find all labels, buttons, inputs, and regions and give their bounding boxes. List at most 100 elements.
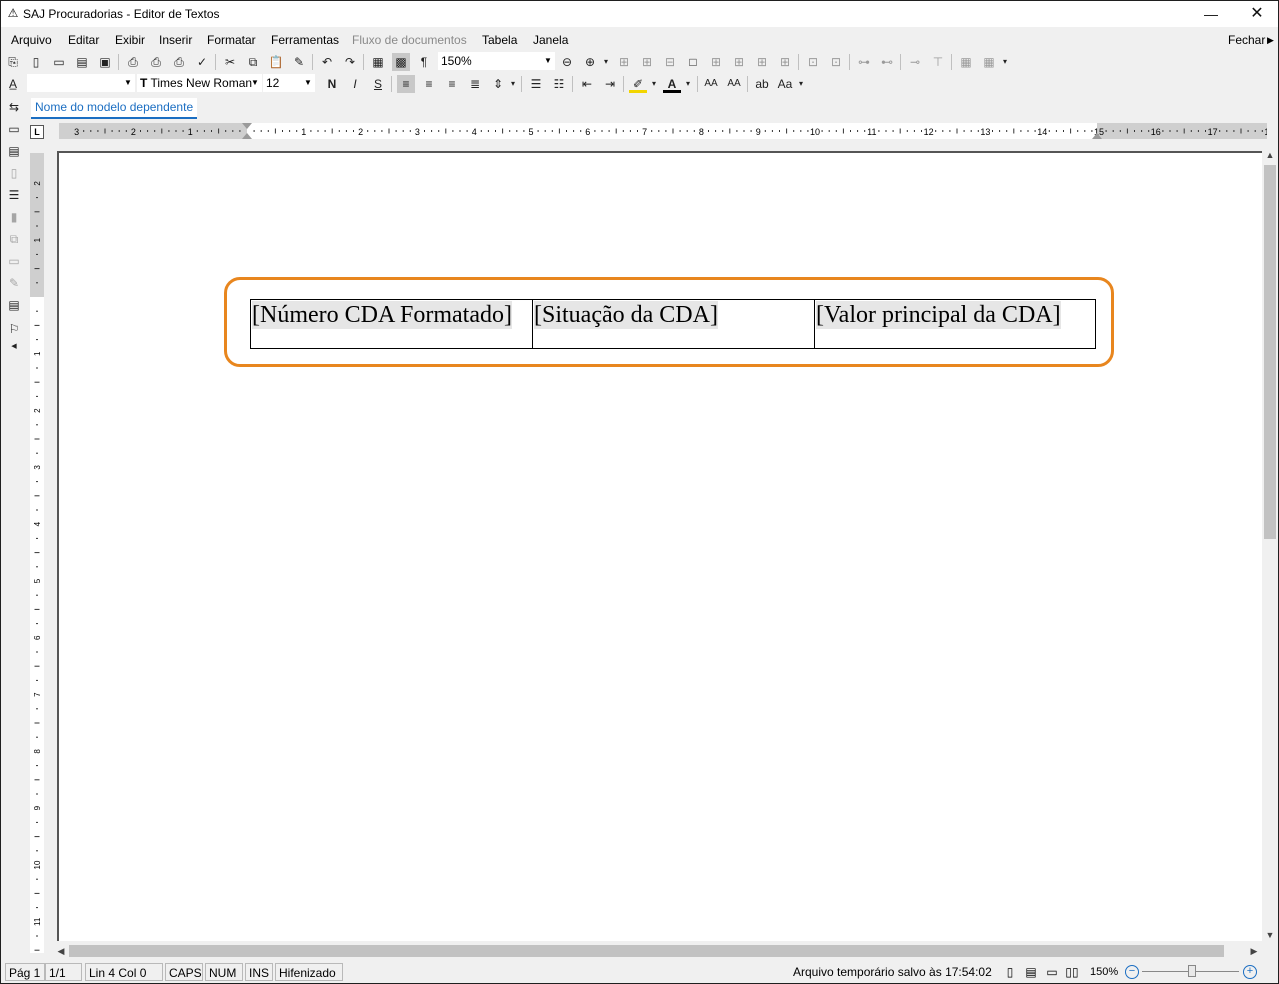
menu-inserir[interactable]: Inserir	[159, 33, 192, 47]
decrease-indent-icon[interactable]: ⇤	[578, 75, 596, 93]
copy-icon[interactable]: ⧉	[244, 53, 262, 71]
document-list-icon[interactable]: ▤	[5, 142, 23, 160]
page-icon[interactable]: ▮	[5, 208, 23, 226]
zoom-slider-thumb[interactable]	[1188, 965, 1196, 977]
bullet-list-icon[interactable]: ☰	[527, 75, 545, 93]
edit-icon[interactable]: ✎	[5, 274, 23, 292]
style-icon[interactable]: A̲	[4, 75, 22, 93]
menu-janela[interactable]: Janela	[533, 33, 568, 47]
vertical-scrollbar[interactable]: ▲ ▼	[1262, 147, 1278, 943]
vertical-scroll-thumb[interactable]	[1264, 165, 1276, 539]
horizontal-scroll-thumb[interactable]	[69, 945, 1224, 957]
insert-column-icon[interactable]: ⊷	[878, 53, 896, 71]
document-page[interactable]: [Número CDA Formatado] [Situação da CDA]…	[57, 151, 1262, 941]
bold-icon[interactable]: N	[323, 75, 341, 93]
align-center-icon[interactable]: ≡	[420, 75, 438, 93]
table-outer-border-icon[interactable]: □	[684, 53, 702, 71]
increase-indent-icon[interactable]: ⇥	[601, 75, 619, 93]
tab-stop-type-icon[interactable]: L	[30, 125, 44, 139]
zoom-combo[interactable]: 150% ▼	[438, 52, 555, 70]
underline-icon[interactable]: S	[369, 75, 387, 93]
zoom-out-icon[interactable]: ⊖	[558, 53, 576, 71]
zoom-in-icon[interactable]: ⊕	[581, 53, 599, 71]
zoom-out-button[interactable]: −	[1125, 965, 1139, 979]
style-combo[interactable]: ▼	[27, 74, 135, 92]
table-cell[interactable]: [Situação da CDA]	[532, 299, 815, 349]
show-marks-icon[interactable]: ¶	[415, 53, 433, 71]
align-left-icon[interactable]: ≡	[397, 75, 415, 93]
normal-view-icon[interactable]: ▤	[1023, 964, 1039, 980]
comment-icon[interactable]: ▭	[5, 252, 23, 270]
print-setup-icon[interactable]: ⎙	[170, 53, 188, 71]
menu-tabela[interactable]: Tabela	[482, 33, 517, 47]
menu-arquivo[interactable]: Arquivo	[11, 33, 52, 47]
menu-formatar[interactable]: Formatar	[207, 33, 256, 47]
template-icon[interactable]: ▤	[5, 296, 23, 314]
page-view-icon[interactable]: ▯	[1002, 964, 1018, 980]
open-folder-icon[interactable]: ▭	[50, 53, 68, 71]
table-top-border-icon[interactable]: ⊞	[753, 53, 771, 71]
insert-row-icon[interactable]: ⊶	[855, 53, 873, 71]
highlight-dropdown-icon[interactable]: ▾	[649, 75, 659, 93]
menu-ferramentas[interactable]: Ferramentas	[271, 33, 339, 47]
scroll-up-icon[interactable]: ▲	[1262, 147, 1278, 163]
print-icon[interactable]: ⎙	[124, 53, 142, 71]
table-autoformat-icon[interactable]: ▦	[980, 53, 998, 71]
close-window-button[interactable]: ✕	[1234, 1, 1278, 27]
paste-icon[interactable]: 📋	[267, 53, 285, 71]
table-inner-borders-icon[interactable]: ⊞	[638, 53, 656, 71]
scroll-right-icon[interactable]: ▶	[1246, 943, 1262, 959]
zoom-in-button[interactable]: +	[1243, 965, 1257, 979]
toolbar-overflow-icon[interactable]: ▾	[796, 75, 806, 93]
field-numero-cda[interactable]: [Número CDA Formatado]	[252, 301, 512, 329]
web-view-icon[interactable]: ▭	[1044, 964, 1060, 980]
stack-icon[interactable]: ⧉	[5, 230, 23, 248]
redo-icon[interactable]: ↷	[341, 53, 359, 71]
tab-nome-do-modelo[interactable]: Nome do modelo dependente	[31, 98, 198, 119]
table-row[interactable]: [Número CDA Formatado] [Situação da CDA]…	[250, 299, 1096, 349]
justify-icon[interactable]: ≣	[466, 75, 484, 93]
font-color-icon[interactable]: A	[663, 75, 681, 93]
delete-column-icon[interactable]: ⊤	[929, 53, 947, 71]
chevron-down-icon[interactable]: ▼	[543, 53, 553, 69]
field-valor-principal[interactable]: [Valor principal da CDA]	[816, 301, 1061, 329]
scroll-down-icon[interactable]: ▼	[1262, 927, 1278, 943]
chevron-down-icon[interactable]: ▼	[123, 75, 133, 91]
field-insert-icon[interactable]: ⇆	[5, 98, 23, 116]
table-left-border-icon[interactable]: ⊞	[730, 53, 748, 71]
new-from-template-icon[interactable]: ⎘	[4, 53, 22, 71]
line-spacing-icon[interactable]: ⇕	[489, 75, 507, 93]
delete-row-icon[interactable]: ⊸	[906, 53, 924, 71]
cut-icon[interactable]: ✂	[221, 53, 239, 71]
vertical-ruler-scale[interactable]: 211234567891011	[27, 153, 47, 953]
table-properties-icon[interactable]: ▦	[957, 53, 975, 71]
field-list-icon[interactable]: ▭	[5, 120, 23, 138]
insert-table-icon[interactable]: ▦	[369, 53, 387, 71]
open-icon[interactable]: ▤	[73, 53, 91, 71]
highlight-color-icon[interactable]: ✐	[629, 75, 647, 93]
ruler-scale[interactable]: 321123456789101112131415161718	[59, 123, 1267, 139]
menu-fluxo-documentos[interactable]: Fluxo de documentos	[352, 33, 467, 47]
copy-doc-icon[interactable]: ▯	[5, 164, 23, 182]
menu-editar[interactable]: Editar	[68, 33, 99, 47]
outline-icon[interactable]: ☰	[5, 186, 23, 204]
toolbar-overflow-icon[interactable]: ▾	[1000, 53, 1010, 71]
shrink-font-icon[interactable]: AA	[725, 75, 743, 93]
menu-exibir[interactable]: Exibir	[115, 33, 145, 47]
table-horizontal-border-icon[interactable]: ⊞	[707, 53, 725, 71]
chevron-down-icon[interactable]: ▼	[250, 75, 260, 91]
format-painter-icon[interactable]: ✎	[290, 53, 308, 71]
paint-icon[interactable]: ⚐	[5, 320, 23, 338]
table-bottom-border-icon[interactable]: ⊞	[776, 53, 794, 71]
find-replace-icon[interactable]: ab	[753, 75, 771, 93]
numbered-list-icon[interactable]: ☷	[550, 75, 568, 93]
menu-scroll-icon[interactable]: ▶	[1267, 35, 1274, 46]
minimize-button[interactable]: —	[1188, 1, 1234, 27]
field-situacao-cda[interactable]: [Situação da CDA]	[534, 301, 718, 329]
grow-font-icon[interactable]: AA	[702, 75, 720, 93]
fields-table[interactable]: [Número CDA Formatado] [Situação da CDA]…	[250, 299, 1096, 349]
undo-icon[interactable]: ↶	[318, 53, 336, 71]
save-icon[interactable]: ▣	[96, 53, 114, 71]
italic-icon[interactable]: I	[346, 75, 364, 93]
font-size-combo[interactable]: 12 ▼	[263, 74, 315, 92]
